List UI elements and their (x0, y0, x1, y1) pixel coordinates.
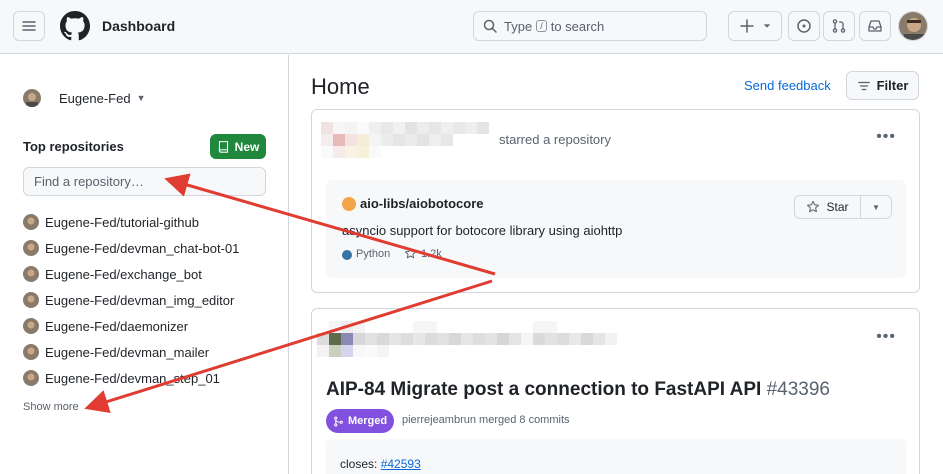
closes-label: closes: (340, 457, 378, 471)
language-color-dot (342, 250, 352, 260)
more-options-icon[interactable]: ••• (876, 128, 896, 146)
merged-badge-label: Merged (347, 415, 388, 427)
avatar-photo-icon (899, 12, 927, 40)
user-avatar[interactable] (898, 11, 928, 41)
repo-link[interactable]: Eugene-Fed/devman_step_01 (23, 365, 239, 391)
repo-name: Eugene-Fed/devman_img_editor (45, 292, 235, 308)
org-avatar-icon (342, 197, 356, 211)
caret-down-icon (763, 24, 771, 28)
filter-button[interactable]: Filter (846, 71, 919, 100)
pull-request-icon (832, 19, 846, 33)
pr-title-text: AIP-84 Migrate post a connection to Fast… (326, 379, 762, 400)
language-name: Python (356, 248, 391, 260)
avatar (23, 240, 39, 256)
star-count-value: 1.2k (421, 247, 442, 260)
search-suffix: to search (550, 18, 605, 34)
repo-name: Eugene-Fed/tutorial-github (45, 214, 199, 230)
avatar (23, 292, 39, 308)
issue-circle-icon (797, 19, 811, 33)
hamburger-icon (22, 21, 36, 31)
pr-body-preview: closes: #42593 (326, 439, 906, 474)
repo-name: Eugene-Fed/devman_mailer (45, 344, 210, 360)
filter-icon (857, 81, 870, 90)
more-options-icon[interactable]: ••• (876, 328, 896, 346)
pr-number: #43396 (766, 379, 830, 400)
username: Eugene-Fed (59, 90, 131, 106)
feed-card-starred: starred a repository ••• aio-libs/aiobot… (311, 109, 920, 293)
merge-icon (334, 415, 343, 427)
search-shortcut-key: / (536, 20, 547, 32)
show-more-link[interactable]: Show more (23, 401, 79, 413)
issues-button[interactable] (788, 11, 820, 41)
new-button-label: New (234, 139, 260, 154)
repo-name: Eugene-Fed/devman_chat-bot-01 (45, 240, 240, 256)
closes-line: closes: #42593 (340, 457, 421, 471)
repo-link[interactable]: Eugene-Fed/devman_img_editor (23, 287, 239, 313)
caret-down-icon: ▼ (872, 202, 880, 212)
repository-preview: aio-libs/aiobotocore asyncio support for… (326, 180, 906, 278)
star-count[interactable]: 1.2k (404, 247, 442, 260)
avatar (23, 370, 39, 386)
search-input[interactable]: Type / to search (473, 11, 707, 41)
account-switcher[interactable]: Eugene-Fed ▼ (23, 89, 145, 107)
star-button-main[interactable]: Star (795, 196, 861, 218)
avatar (23, 344, 39, 360)
repo-link[interactable]: Eugene-Fed/daemonizer (23, 313, 239, 339)
search-icon (483, 19, 497, 33)
top-repositories-heading: Top repositories (23, 139, 124, 154)
merge-description: pierrejeambrun merged 8 commits (402, 414, 570, 426)
github-logo-icon[interactable] (60, 11, 90, 41)
feed-card-pull-request: ••• AIP-84 Migrate post a connection to … (311, 308, 920, 474)
repo-name-link[interactable]: aio-libs/aiobotocore (360, 196, 484, 211)
avatar (23, 318, 39, 334)
repo-icon (218, 141, 228, 153)
search-prefix: Type (504, 18, 533, 34)
page-title: Home (311, 74, 370, 99)
left-sidebar: Eugene-Fed ▼ Top repositories New Find a… (0, 55, 289, 474)
star-icon (404, 247, 417, 259)
find-repository-input[interactable]: Find a repository… (23, 167, 266, 196)
repo-description: asyncio support for botocore library usi… (342, 223, 623, 238)
menu-button[interactable] (13, 11, 45, 41)
new-repository-button[interactable]: New (210, 134, 266, 159)
avatar (23, 214, 39, 230)
page-context-title[interactable]: Dashboard (102, 18, 175, 34)
repository-list: Eugene-Fed/tutorial-github Eugene-Fed/de… (23, 209, 239, 391)
repo-link[interactable]: Eugene-Fed/devman_chat-bot-01 (23, 235, 239, 261)
repo-name: Eugene-Fed/daemonizer (45, 318, 189, 334)
caret-down-icon: ▼ (136, 93, 146, 103)
closed-issue-link[interactable]: #42593 (381, 457, 421, 471)
repo-name: Eugene-Fed/devman_step_01 (45, 370, 220, 386)
repo-link[interactable]: Eugene-Fed/devman_mailer (23, 339, 239, 365)
filter-label: Filter (876, 78, 909, 93)
pull-request-title-link[interactable]: AIP-84 Migrate post a connection to Fast… (326, 379, 830, 401)
inbox-icon (868, 20, 882, 32)
repo-link[interactable]: Eugene-Fed/exchange_bot (23, 261, 239, 287)
pixelated-username (321, 122, 497, 158)
top-header: Dashboard Type / to search (0, 0, 943, 54)
send-feedback-link[interactable]: Send feedback (744, 78, 831, 93)
create-new-button[interactable] (728, 11, 782, 41)
avatar (23, 89, 41, 107)
merged-status-badge: Merged (326, 409, 394, 433)
plus-icon (740, 19, 754, 33)
star-label: Star (826, 200, 849, 214)
avatar (23, 266, 39, 282)
star-icon (807, 200, 820, 213)
star-button[interactable]: Star ▼ (794, 195, 892, 219)
pull-requests-button[interactable] (823, 11, 855, 41)
repo-link[interactable]: Eugene-Fed/tutorial-github (23, 209, 239, 235)
repo-name: Eugene-Fed/exchange_bot (45, 266, 202, 282)
inbox-button[interactable] (859, 11, 891, 41)
pixelated-username (317, 321, 617, 357)
star-lists-dropdown[interactable]: ▼ (861, 196, 891, 218)
activity-description: starred a repository (499, 132, 611, 147)
